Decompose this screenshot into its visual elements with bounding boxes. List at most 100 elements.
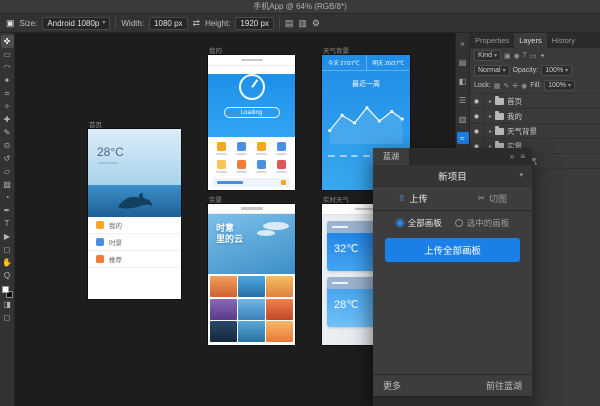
tab-upload-label: 上传 (410, 192, 428, 205)
layer-expand-icon[interactable]: ▸ (489, 113, 492, 120)
caption-placeholder (236, 171, 247, 173)
day-label-placeholder (351, 155, 358, 157)
artboard-home[interactable]: 首页 28°C 我的 时景 (88, 129, 181, 299)
gradient-tool[interactable]: ▨ (1, 178, 14, 191)
layer-expand-icon[interactable]: ▸ (489, 98, 492, 105)
brushes-panel-icon[interactable]: ▥ (457, 113, 469, 125)
layer-visibility-icon[interactable]: ◉ (470, 94, 484, 108)
tab-history[interactable]: History (547, 33, 580, 48)
upload-icon: ⇧ (398, 193, 406, 204)
eraser-tool[interactable]: ▱ (1, 165, 14, 178)
lasso-tool[interactable]: ◠ (1, 61, 14, 74)
hand-tool[interactable]: ✋ (1, 256, 14, 269)
gear-icon[interactable]: ⚙ (312, 18, 320, 29)
artboard-profile-label[interactable]: 我的 (209, 45, 222, 55)
tab-properties[interactable]: Properties (470, 33, 514, 48)
lock-position-icon[interactable]: ✛ (512, 82, 518, 90)
app-icon (217, 142, 226, 151)
collapse-panel-icon[interactable]: » (510, 152, 514, 161)
grid-item (212, 142, 232, 155)
goto-lanhu-link[interactable]: 前往蓝湖 (486, 379, 522, 392)
opacity-select[interactable]: 100% ▾ (541, 65, 572, 76)
lock-all-icon[interactable]: ◉ (521, 82, 527, 90)
layer-visibility-icon[interactable]: ◉ (470, 109, 484, 123)
foreground-color-swatch[interactable] (2, 286, 9, 293)
screen-mode-button[interactable]: ◻ (1, 311, 14, 324)
app-icon (257, 160, 266, 169)
layer-visibility-icon[interactable]: ◉ (470, 124, 484, 138)
radio-selected-artboards[interactable]: 选中的画板 (455, 217, 510, 229)
project-select[interactable]: 新项目 ▾ (373, 165, 532, 187)
upload-all-artboards-button[interactable]: 上传全部画板 (385, 238, 520, 262)
filter-smart-objects-icon[interactable]: ✦ (540, 52, 546, 60)
filter-shape-layers-icon[interactable]: ▭ (530, 52, 537, 60)
swap-dimensions-icon[interactable]: ⇄ (193, 18, 201, 29)
banner-text-placeholder (217, 181, 243, 184)
caption-placeholder (276, 153, 287, 155)
tab-slice[interactable]: ✂ 切图 (453, 187, 533, 210)
layer-row[interactable]: ◉ ▸ 首页 (470, 94, 600, 109)
marquee-tool[interactable]: ▭ (1, 48, 14, 61)
week-forecast-row: 今天 27/27℃ 明天 20/27℃ (322, 55, 410, 71)
more-link[interactable]: 更多 (383, 379, 401, 392)
artboard-gallery-label[interactable]: 实景 (209, 194, 222, 204)
healing-brush-tool[interactable]: ✚ (1, 113, 14, 126)
color-panel-icon[interactable]: ▤ (457, 56, 469, 68)
magic-wand-tool[interactable]: ✦ (1, 74, 14, 87)
filter-pixel-layers-icon[interactable]: ▣ (504, 52, 511, 60)
shape-tool[interactable]: ◻ (1, 243, 14, 256)
filter-adjustment-layers-icon[interactable]: ◉ (514, 52, 520, 60)
path-select-tool[interactable]: ▶ (1, 230, 14, 243)
artboard-week-label[interactable]: 天气背景 (323, 45, 349, 55)
artboard-profile[interactable]: 我的 Loading (208, 55, 295, 190)
layer-expand-icon[interactable]: ▸ (489, 128, 492, 135)
panel-menu-icon[interactable]: ≡ (520, 152, 525, 161)
tool-options-bar: ▣ Size: Android 1080p ▾ Width: 1080 px ⇄… (0, 14, 600, 33)
filter-type-layers-icon[interactable]: T (523, 52, 527, 59)
lanhu-plugin-icon[interactable]: ≈ (457, 132, 469, 144)
size-select[interactable]: Android 1080p ▾ (42, 17, 110, 30)
artboard-cards-label[interactable]: 实时天气 (323, 194, 349, 204)
distribute-icon[interactable]: ▥ (298, 18, 307, 29)
layer-filter-select[interactable]: Kind ▾ (474, 50, 501, 61)
caption-placeholder (256, 171, 267, 173)
blend-mode-select[interactable]: Normal ▾ (474, 65, 510, 76)
divider (115, 17, 116, 29)
layer-row[interactable]: ◉ ▸ 我的 (470, 109, 600, 124)
artboard-home-label[interactable]: 首页 (89, 119, 102, 129)
brush-tool[interactable]: ✎ (1, 126, 14, 139)
scissors-icon: ✂ (477, 193, 485, 204)
zoom-tool[interactable]: Q (1, 269, 14, 282)
home-subtext-placeholder (98, 162, 118, 164)
document-title: 手机App @ 64% (RGB/8*) (253, 1, 346, 12)
pen-tool[interactable]: ✒ (1, 204, 14, 217)
layer-row[interactable]: ◉ ▸ 天气背景 (470, 124, 600, 139)
quick-mask-button[interactable]: ◨ (1, 298, 14, 311)
tab-layers[interactable]: Layers (514, 33, 547, 48)
move-tool[interactable]: ✜ (1, 35, 14, 48)
adjustments-panel-icon[interactable]: ◧ (457, 75, 469, 87)
collapse-dock-icon[interactable]: » (457, 37, 469, 49)
history-brush-tool[interactable]: ↺ (1, 152, 14, 165)
crop-tool[interactable]: ⌗ (1, 87, 14, 100)
poster-title: 时意 里的云 (216, 223, 243, 246)
lock-transparency-icon[interactable]: ▦ (494, 82, 501, 90)
lanhu-panel-tab[interactable]: 蓝湖 (373, 148, 409, 165)
fill-select[interactable]: 100% ▾ (544, 80, 575, 91)
tab-slice-label: 切图 (489, 192, 507, 205)
layer-name: 首页 (507, 96, 522, 107)
eyedropper-tool[interactable]: ✧ (1, 100, 14, 113)
align-icon[interactable]: ▤ (285, 18, 294, 29)
type-tool[interactable]: T (1, 217, 14, 230)
blur-tool[interactable]: ◔ (1, 191, 14, 204)
clone-stamp-tool[interactable]: ⊙ (1, 139, 14, 152)
tab-upload[interactable]: ⇧ 上传 (373, 187, 453, 210)
card-temperature: 28℃ (334, 298, 359, 311)
artboard-gallery[interactable]: 实景 时意 里的云 (208, 204, 295, 345)
height-input[interactable]: 1920 px (235, 17, 273, 30)
menu-recommend-label: 推荐 (109, 254, 122, 264)
width-input[interactable]: 1080 px (149, 17, 187, 30)
libraries-panel-icon[interactable]: ☰ (457, 94, 469, 106)
lock-pixels-icon[interactable]: ✎ (503, 82, 509, 90)
radio-all-artboards[interactable]: 全部画板 (396, 217, 442, 229)
